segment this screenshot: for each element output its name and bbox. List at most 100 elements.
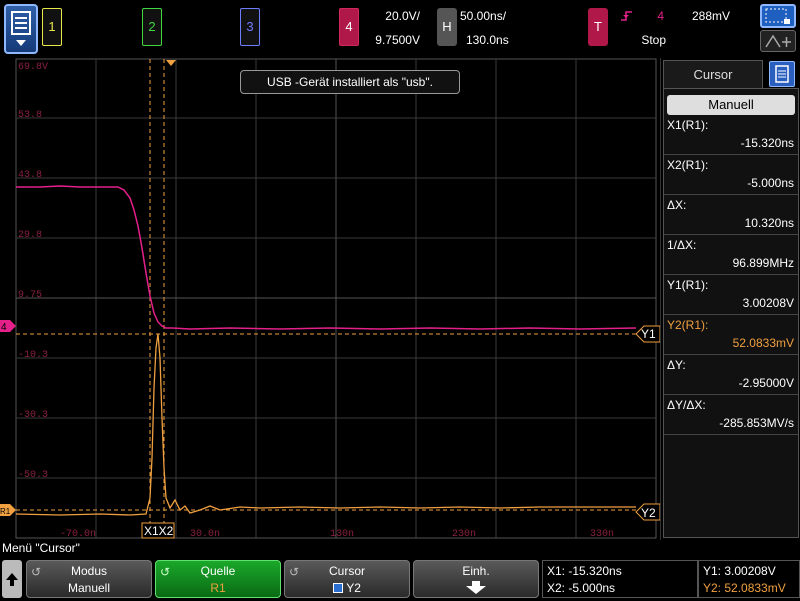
readout-delta-y: ΔY: -2.95000V: [664, 355, 798, 395]
x1-status: X1: -15.320ns: [547, 564, 622, 578]
x2-status: X2: -5.000ns: [547, 581, 616, 595]
checkbox-icon: [333, 583, 344, 593]
softkey-value: Y2: [346, 581, 361, 595]
softkey-bar: ↺ Modus Manuell ↺ Quelle R1 ↺ Cursor Y2 …: [0, 558, 800, 601]
readout-value: -285.853MV/s: [719, 416, 794, 430]
readout-inverse-delta-x: 1/ΔX: 96.899MHz: [664, 235, 798, 275]
cursor-y1-tag[interactable]: Y1: [635, 325, 660, 343]
readout-value: 52.0833mV: [732, 336, 794, 350]
softkey-value: R1: [210, 581, 226, 595]
readout-label: X2(R1):: [667, 158, 709, 172]
ch4-offset: 9.7500V: [375, 33, 420, 47]
readout-value: 96.899MHz: [732, 256, 794, 270]
x-tick-label: 130n: [330, 529, 354, 540]
x-tick-label: 330n: [590, 529, 614, 540]
readout-value: -5.000ns: [747, 176, 794, 190]
run-state: Stop: [641, 33, 666, 47]
cursor-x-tag-label: X1X2: [144, 524, 174, 538]
channel-4-button[interactable]: 4: [339, 8, 359, 46]
zoom-box-icon: [765, 8, 790, 24]
softkey-value: Manuell: [67, 581, 111, 595]
tab-cursor[interactable]: Cursor: [663, 60, 763, 88]
readout-label: 1/ΔX:: [667, 238, 697, 252]
channel-3-button[interactable]: 3: [240, 8, 260, 46]
time-scale: 50.00ns/: [460, 9, 507, 23]
ch4-marker-label: 4: [1, 322, 7, 333]
readout-label: ΔX:: [667, 198, 687, 212]
y-tick-label: -30.3: [18, 410, 48, 421]
menu-title: Menü "Cursor": [2, 541, 80, 555]
y2-status: Y2: 52.0833mV: [703, 581, 786, 595]
readout-label: X1(R1):: [667, 118, 709, 132]
zoom-box-button[interactable]: [760, 4, 796, 28]
readout-y2: Y2(R1): 52.0833mV: [664, 315, 798, 355]
units-softkey[interactable]: Einh.: [413, 560, 539, 598]
y1-status: Y1: 3.00208V: [703, 564, 776, 578]
menu-icon: [11, 11, 31, 46]
readout-delta-x: ΔX: 10.320ns: [664, 195, 798, 235]
cursor-y1-tag-label: Y1: [641, 327, 656, 341]
source-softkey[interactable]: ↺ Quelle R1: [155, 560, 281, 598]
cursor-x-status: X1: -15.320ns X2: -5.000ns: [542, 560, 698, 598]
top-status-bar: 1 2 3 4 20.0V/ 9.7500V H 50.00ns/ 130.0n…: [0, 0, 800, 58]
r1-ground-marker[interactable]: R1: [0, 504, 16, 516]
cursor-x-tag[interactable]: X1X2: [141, 522, 175, 539]
cursor-tool-icon: [765, 34, 791, 48]
cursor-y-status: Y1: 3.00208V Y2: 52.0833mV: [698, 560, 800, 598]
trigger-position-marker[interactable]: [166, 60, 176, 66]
cursor-y2-tag-label: Y2: [641, 506, 656, 520]
r1-waveform: [15, 333, 636, 516]
softkey-label: Modus: [70, 564, 108, 578]
readout-slope: ΔY/ΔX: -285.853MV/s: [664, 395, 798, 435]
trigger-button[interactable]: T: [588, 8, 608, 46]
x-tick-label: 30.0n: [190, 529, 220, 540]
y-tick-label: 29.8: [18, 230, 42, 241]
readout-value: -15.320ns: [740, 136, 794, 150]
readout-x1: X1(R1): -15.320ns: [664, 115, 798, 155]
r1-marker-label: R1: [0, 507, 11, 516]
cursor-panel: Cursor Manuell X1(R1): -15.320ns X2(R1):…: [660, 58, 800, 540]
trigger-edge-icon: [621, 11, 632, 21]
cursor-y2-tag[interactable]: Y2: [635, 503, 660, 521]
horizontal-button[interactable]: H: [437, 8, 457, 46]
back-button[interactable]: [2, 560, 22, 598]
waveform-svg: 69.8V 53.8 43.8 29.8 9.75 -10.3 -30.3 -5…: [0, 58, 660, 540]
x-tick-label: -70.0n: [60, 529, 96, 540]
trigger-source: 4: [657, 9, 664, 23]
usb-notification: USB -Gerät installiert als "usb".: [240, 70, 460, 94]
y-tick-label: 9.75: [18, 290, 42, 301]
cursor-tool-button[interactable]: [760, 30, 796, 52]
cursor-mode-button[interactable]: Manuell: [667, 95, 795, 115]
readout-label: ΔY:: [667, 358, 686, 372]
arrow-up-icon: [6, 573, 18, 586]
softkey-label: Quelle: [200, 564, 236, 578]
channel-2-button[interactable]: 2: [142, 8, 162, 46]
readout-value: 3.00208V: [742, 296, 794, 310]
ch4-scale: 20.0V/: [385, 9, 420, 23]
softkey-value-row: Y2: [285, 581, 409, 595]
panel-menu-button[interactable]: [769, 61, 795, 87]
trigger-level: 288mV: [691, 9, 730, 23]
menu-button[interactable]: [4, 4, 38, 54]
softkey-label: Einh.: [462, 564, 490, 578]
y-tick-label: -50.3: [18, 470, 48, 481]
readout-label: ΔY/ΔX:: [667, 398, 706, 412]
x-tick-label: 230n: [452, 529, 476, 540]
softkey-label: Cursor: [328, 564, 365, 578]
y-tick-label: 69.8V: [18, 62, 48, 73]
ch4-waveform: [16, 185, 637, 330]
readout-value: -2.95000V: [738, 376, 794, 390]
mode-softkey[interactable]: ↺ Modus Manuell: [26, 560, 152, 598]
waveform-display[interactable]: 69.8V 53.8 43.8 29.8 9.75 -10.3 -30.3 -5…: [0, 58, 660, 540]
arrow-down-icon: [414, 581, 538, 598]
y-tick-label: -10.3: [18, 350, 48, 361]
ch4-ground-marker[interactable]: 4: [0, 320, 16, 333]
channel-1-button[interactable]: 1: [42, 8, 62, 46]
readout-x2: X2(R1): -5.000ns: [664, 155, 798, 195]
cursor-panel-body: Manuell X1(R1): -15.320ns X2(R1): -5.000…: [663, 88, 799, 538]
time-delay: 130.0ns: [466, 33, 509, 47]
graticule: [15, 58, 657, 539]
readout-value: 10.320ns: [744, 216, 794, 230]
readout-y1: Y1(R1): 3.00208V: [664, 275, 798, 315]
cursor-softkey[interactable]: ↺ Cursor Y2: [284, 560, 410, 598]
